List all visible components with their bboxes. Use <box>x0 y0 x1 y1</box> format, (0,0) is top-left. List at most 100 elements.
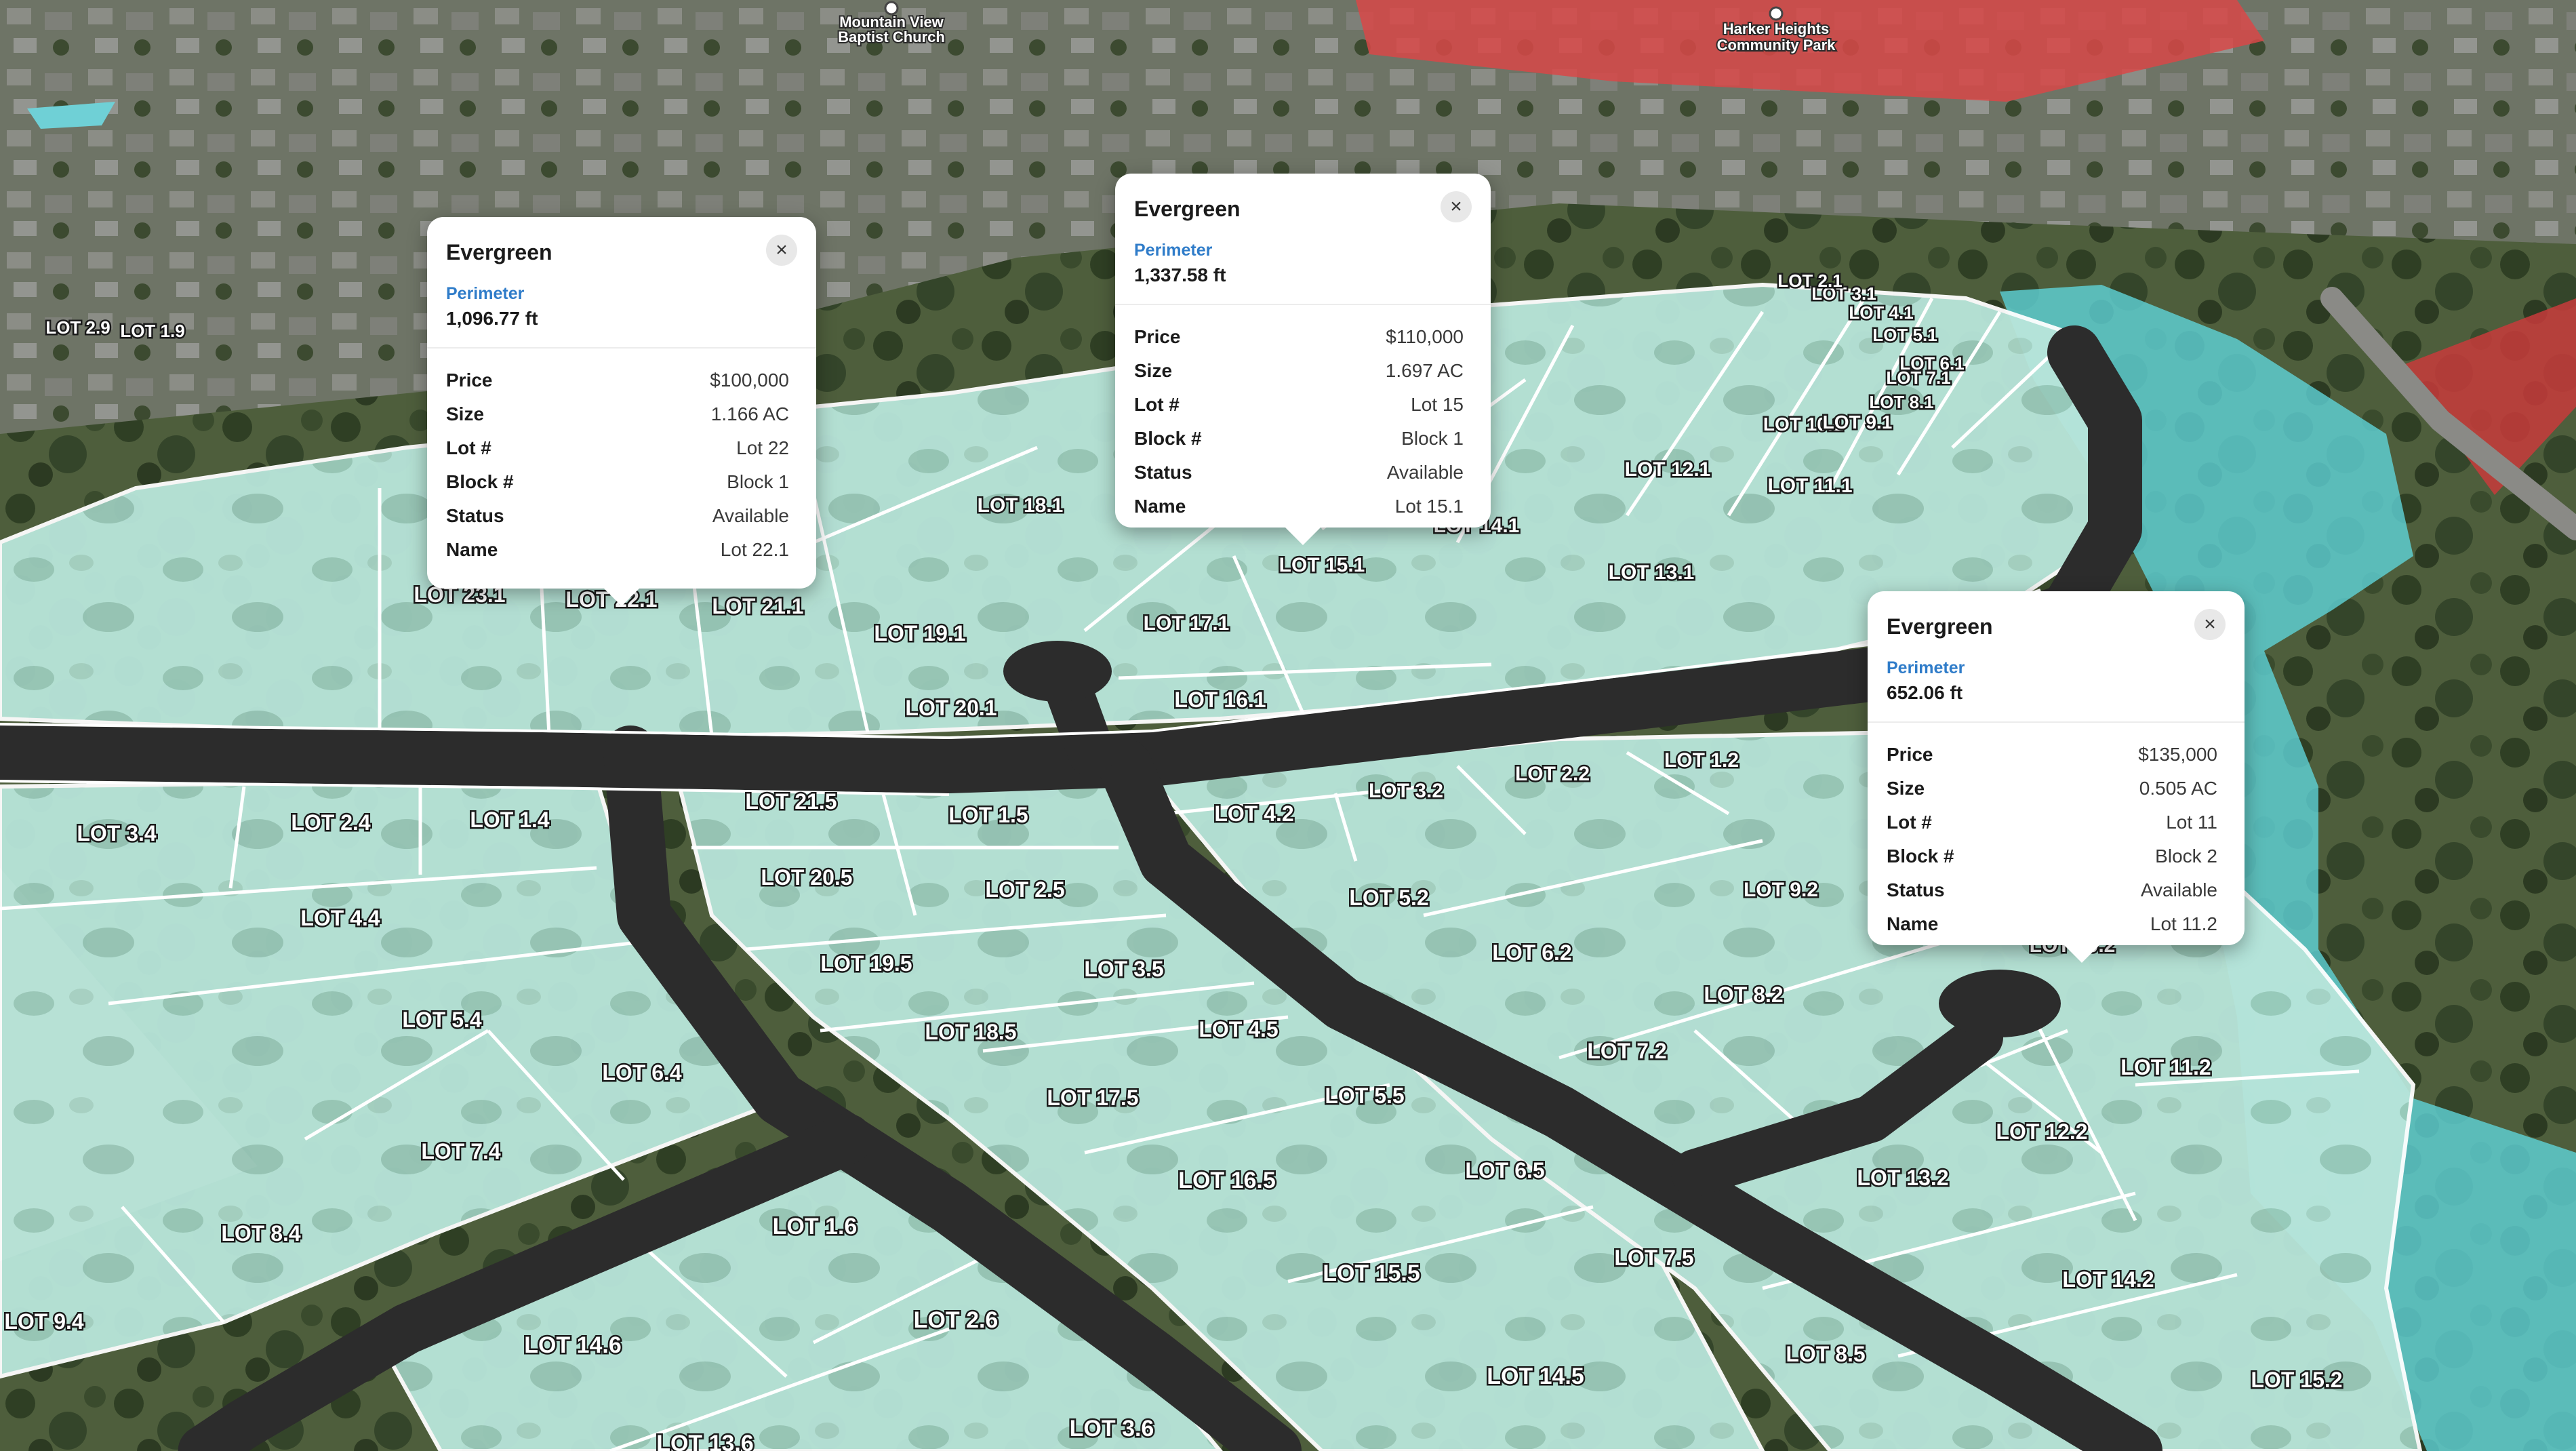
row-key: Lot # <box>1134 394 1180 415</box>
lot-label[interactable]: LOT 2.6 <box>912 1306 1000 1335</box>
lot-label[interactable]: LOT 4.4 <box>299 905 382 932</box>
row-value: $135,000 <box>2138 744 2217 765</box>
row-value: Available <box>2140 879 2217 900</box>
row-price: Price $110,000 <box>1134 320 1464 354</box>
row-key: Block # <box>446 471 514 492</box>
lot-label[interactable]: LOT 2.1 <box>1776 269 1844 293</box>
lot-label[interactable]: LOT 3.2 <box>1367 778 1445 804</box>
row-value: Lot 11 <box>2166 812 2217 833</box>
close-icon[interactable]: × <box>2194 609 2226 640</box>
poi-pin-icon <box>884 1 899 16</box>
row-status: Status Available <box>1887 873 2217 907</box>
lot-label[interactable]: LOT 4.1 <box>1847 301 1915 325</box>
lot-label[interactable]: LOT 9.4 <box>3 1308 86 1336</box>
row-key: Size <box>446 403 485 424</box>
lot-label[interactable]: LOT 7.2 <box>1586 1037 1668 1065</box>
lot-label[interactable]: LOT 3.4 <box>75 820 159 848</box>
row-status: Status Available <box>1134 456 1464 490</box>
lot-label[interactable]: LOT 19.1 <box>872 620 967 648</box>
poi-church-line-2: Baptist Church <box>838 28 945 45</box>
lot-label[interactable]: LOT 7.5 <box>1613 1244 1695 1272</box>
lot-label[interactable]: LOT 18.5 <box>923 1018 1018 1046</box>
lot-label[interactable]: LOT 17.5 <box>1045 1084 1140 1112</box>
poi-park-line-2: Community Park <box>1717 37 1836 54</box>
lot-label[interactable]: LOT 6.5 <box>1464 1157 1546 1185</box>
popup-title: Evergreen <box>1887 614 1993 639</box>
row-key: Size <box>1887 778 1925 799</box>
row-name: Name Lot 22.1 <box>446 533 789 567</box>
lot-popup-15-1[interactable]: × Evergreen Perimeter 1,337.58 ft Price $… <box>1115 174 1491 545</box>
close-icon[interactable]: × <box>766 235 797 266</box>
lot-label[interactable]: LOT 14.6 <box>523 1331 624 1360</box>
lot-label[interactable]: LOT 18.1 <box>975 493 1065 519</box>
lot-label[interactable]: LOT 8.2 <box>1702 981 1785 1009</box>
lot-label[interactable]: LOT 8.4 <box>220 1220 303 1248</box>
lot-label[interactable]: LOT 14.2 <box>2061 1266 2156 1294</box>
lot-label[interactable]: LOT 19.5 <box>819 950 914 978</box>
lot-label[interactable]: LOT 1.6 <box>771 1212 859 1241</box>
row-value: Block 1 <box>1401 428 1464 449</box>
row-key: Size <box>1134 360 1173 381</box>
lot-label[interactable]: LOT 3.6 <box>1068 1414 1156 1444</box>
park-pin-icon <box>1769 6 1784 21</box>
lot-label[interactable]: LOT 1.5 <box>947 801 1030 829</box>
lot-label[interactable]: LOT 13.6 <box>655 1429 756 1451</box>
lot-popup-22-1[interactable]: × Evergreen Perimeter 1,096.77 ft Price $… <box>427 217 816 606</box>
lot-label[interactable]: LOT 5.2 <box>1348 884 1430 912</box>
lot-label[interactable]: LOT 2.5 <box>984 876 1066 904</box>
lot-label[interactable]: LOT 2.2 <box>1513 761 1591 787</box>
row-price: Price $135,000 <box>1887 738 2217 772</box>
row-value: $110,000 <box>1386 326 1464 347</box>
perimeter-label: Perimeter <box>1134 241 1213 260</box>
lot-label[interactable]: LOT 14.5 <box>1485 1362 1586 1391</box>
lot-label[interactable]: LOT 13.2 <box>1855 1164 1950 1192</box>
lot-label[interactable]: LOT 4.5 <box>1197 1016 1280 1043</box>
row-key: Lot # <box>1887 812 1932 833</box>
lot-label[interactable]: LOT 8.1 <box>1868 391 1935 414</box>
lot-label[interactable]: LOT 12.2 <box>1994 1118 2089 1146</box>
lot-popup-11-2[interactable]: × Evergreen Perimeter 652.06 ft Price $13… <box>1868 591 2245 963</box>
lot-label[interactable]: LOT 15.2 <box>2249 1366 2344 1394</box>
lot-label[interactable]: LOT 1.4 <box>468 806 552 834</box>
lot-label[interactable]: LOT 9.2 <box>1742 877 1819 903</box>
lot-label[interactable]: LOT 15.5 <box>1321 1259 1422 1288</box>
lot-label[interactable]: LOT 2.4 <box>289 809 373 837</box>
lot-label[interactable]: LOT 15.1 <box>1277 553 1367 578</box>
row-key: Price <box>1887 744 1933 765</box>
lot-label[interactable]: LOT 6.4 <box>601 1059 684 1087</box>
lot-label[interactable]: LOT 20.1 <box>904 694 999 722</box>
lot-label[interactable]: LOT 11.2 <box>2119 1054 2213 1081</box>
row-key: Name <box>1887 913 1939 934</box>
row-lot: Lot # Lot 15 <box>1134 388 1464 422</box>
lot-label[interactable]: LOT 6.2 <box>1491 939 1573 967</box>
lot-label[interactable]: LOT 6.1 <box>1898 352 1966 376</box>
lot-label[interactable]: LOT 11.1 <box>1766 473 1854 499</box>
row-name: Name Lot 11.2 <box>1887 907 2217 941</box>
row-key: Name <box>1134 496 1186 517</box>
close-icon[interactable]: × <box>1441 191 1472 222</box>
lot-label[interactable]: LOT 21.1 <box>710 593 805 620</box>
lot-label[interactable]: LOT 2.9 <box>44 316 112 340</box>
lot-label[interactable]: LOT 16.1 <box>1173 686 1268 714</box>
lot-label[interactable]: LOT 5.5 <box>1323 1082 1406 1110</box>
lot-label[interactable]: LOT 1.2 <box>1662 748 1740 774</box>
lot-label[interactable]: LOT 13.1 <box>1607 560 1696 586</box>
lot-label[interactable]: LOT 4.2 <box>1213 800 1295 828</box>
lot-label[interactable]: LOT 3.5 <box>1083 955 1165 983</box>
lot-label[interactable]: LOT 5.1 <box>1871 323 1939 347</box>
lot-label[interactable]: LOT 16.5 <box>1177 1166 1278 1195</box>
lot-label[interactable]: LOT 8.5 <box>1784 1340 1867 1368</box>
row-size: Size 1.166 AC <box>446 397 789 431</box>
lot-label[interactable]: LOT 20.5 <box>759 864 854 892</box>
lot-label[interactable]: LOT 17.1 <box>1142 611 1231 637</box>
row-block: Block # Block 1 <box>1134 422 1464 456</box>
lot-label[interactable]: LOT 5.4 <box>401 1006 484 1034</box>
row-value: Lot 15.1 <box>1394 496 1464 517</box>
lot-label[interactable]: LOT 7.4 <box>420 1138 503 1166</box>
lot-label[interactable]: LOT 12.1 <box>1623 457 1712 483</box>
lot-label[interactable]: LOT 1.9 <box>119 319 186 343</box>
row-value: Block 1 <box>727 471 789 492</box>
row-key: Status <box>1134 462 1192 483</box>
lot-label[interactable]: LOT 21.5 <box>744 788 839 816</box>
lot-label[interactable]: LOT 9.1 <box>1821 410 1894 435</box>
